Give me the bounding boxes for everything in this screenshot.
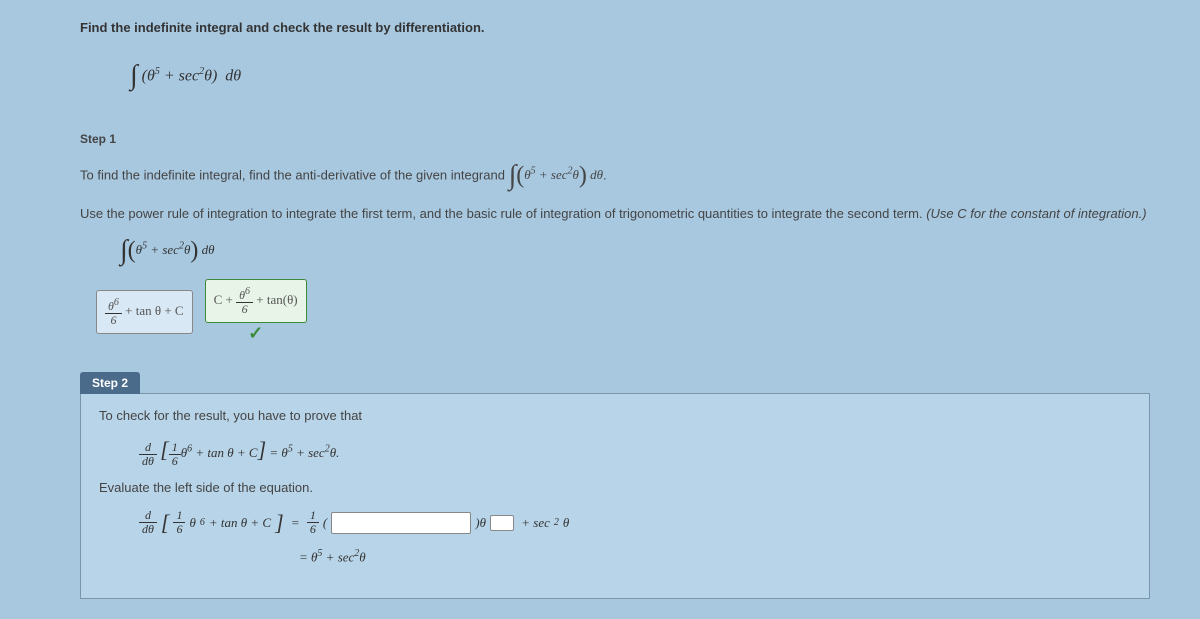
student-answer-box[interactable]: θ66 + tan θ + C [96, 290, 193, 334]
step1-integral-line: ∫(θ5 + sec2θ) dθ [120, 235, 1150, 267]
step2-box: To check for the result, you have to pro… [80, 393, 1150, 598]
main-integral: ∫ (θ5 + sec2θ) dθ [130, 60, 1150, 92]
step2-prove-eq: ddθ [16θ6 + tan θ + C] = θ5 + sec2θ. [139, 437, 1131, 468]
check-icon: ✓ [248, 323, 263, 344]
blank-input-exp[interactable] [490, 515, 514, 531]
step2-line1: To check for the result, you have to pro… [99, 408, 1131, 423]
step1-sentence1: To find the indefinite integral, find th… [80, 160, 1150, 192]
question-prompt: Find the indefinite integral and check t… [80, 20, 1150, 35]
step2-eval-line: ddθ [16θ6 + tan θ + C] = 16 ()θ + sec2θ [139, 509, 1131, 536]
step2-result-line: = θ5 + sec2θ [299, 548, 1131, 565]
step1-sentence2: Use the power rule of integration to int… [80, 206, 1150, 221]
blank-input-1[interactable] [331, 512, 471, 534]
correct-answer-box: C + θ66 + tan(θ) [205, 279, 307, 323]
step2-tab: Step 2 [80, 372, 140, 394]
step1-answer-row: θ66 + tan θ + C C + θ66 + tan(θ) ✓ [96, 279, 1150, 344]
step1-label: Step 1 [80, 132, 1150, 146]
step2-line2: Evaluate the left side of the equation. [99, 480, 1131, 495]
